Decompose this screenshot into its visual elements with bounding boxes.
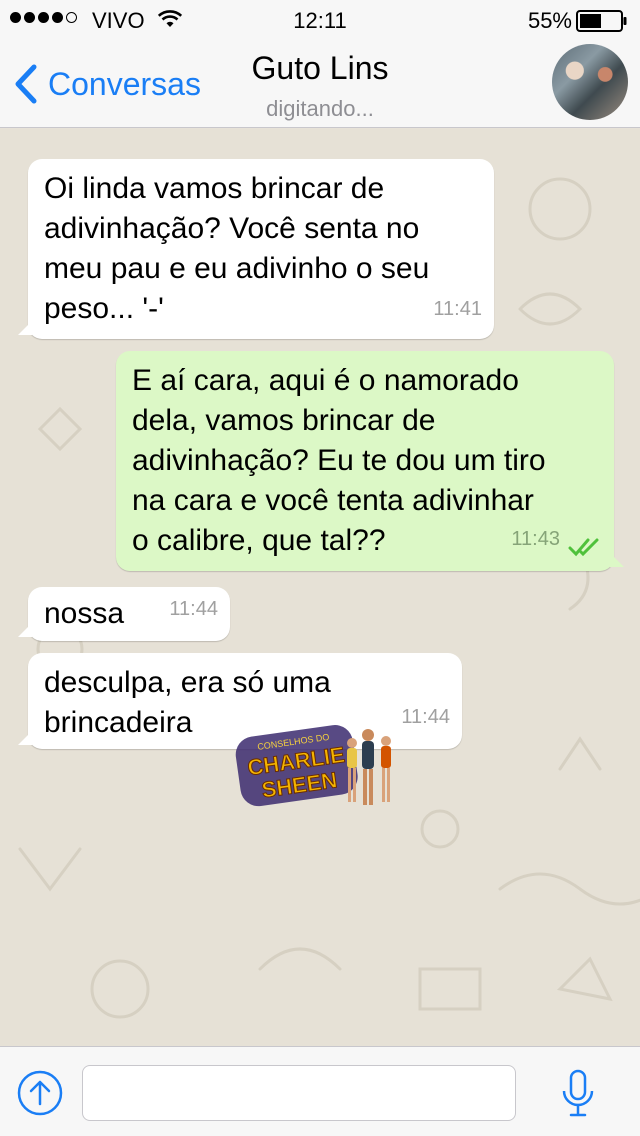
message-text: desculpa, era só uma bbox=[44, 666, 331, 699]
chat-header: Conversas Guto Lins digitando... bbox=[0, 40, 640, 128]
contact-avatar[interactable] bbox=[552, 44, 628, 120]
message-list[interactable]: Oi linda vamos brincar de adivinhação? V… bbox=[0, 129, 640, 1046]
status-bar: VIVO 12:11 55% bbox=[0, 0, 640, 40]
message-text: meu pau e eu adivinho o seu bbox=[44, 252, 430, 285]
message-time: 11:41 bbox=[433, 298, 482, 320]
upload-arrow-icon[interactable] bbox=[16, 1069, 64, 1117]
typing-status: digitando... bbox=[266, 96, 374, 121]
charlie-sheen-sticker: CONSELHOS DO CHARLIE SHEEN bbox=[235, 725, 391, 807]
message-composer bbox=[0, 1046, 640, 1136]
battery-percentage: 55% bbox=[527, 8, 572, 33]
message-text: peso... '-' bbox=[44, 292, 164, 325]
message-time: 11:44 bbox=[169, 598, 218, 620]
message-bubble-outgoing[interactable]: E aí cara, aqui é o namorado dela, vamos… bbox=[116, 351, 624, 571]
message-text: Oi linda vamos brincar de bbox=[44, 172, 385, 205]
contact-name[interactable]: Guto Lins bbox=[0, 50, 640, 87]
message-text: adivinhação? Eu te dou um tiro bbox=[132, 444, 546, 477]
message-time: 11:44 bbox=[401, 706, 450, 728]
double-check-icon bbox=[568, 538, 599, 557]
message-input[interactable] bbox=[82, 1065, 516, 1121]
microphone-icon[interactable] bbox=[560, 1069, 596, 1119]
message-text: E aí cara, aqui é o namorado bbox=[132, 364, 519, 397]
message-text: dela, vamos brincar de bbox=[132, 404, 436, 437]
battery-icon bbox=[576, 10, 627, 32]
message-text: na cara e você tenta adivinhar bbox=[132, 484, 534, 517]
message-bubble-incoming[interactable]: nossa 11:44 bbox=[18, 587, 230, 641]
message-time: 11:43 bbox=[511, 528, 560, 550]
sticker-figures bbox=[347, 729, 391, 805]
message-bubble-incoming[interactable]: Oi linda vamos brincar de adivinhação? V… bbox=[18, 159, 494, 339]
message-text: adivinhação? Você senta no bbox=[44, 212, 420, 245]
